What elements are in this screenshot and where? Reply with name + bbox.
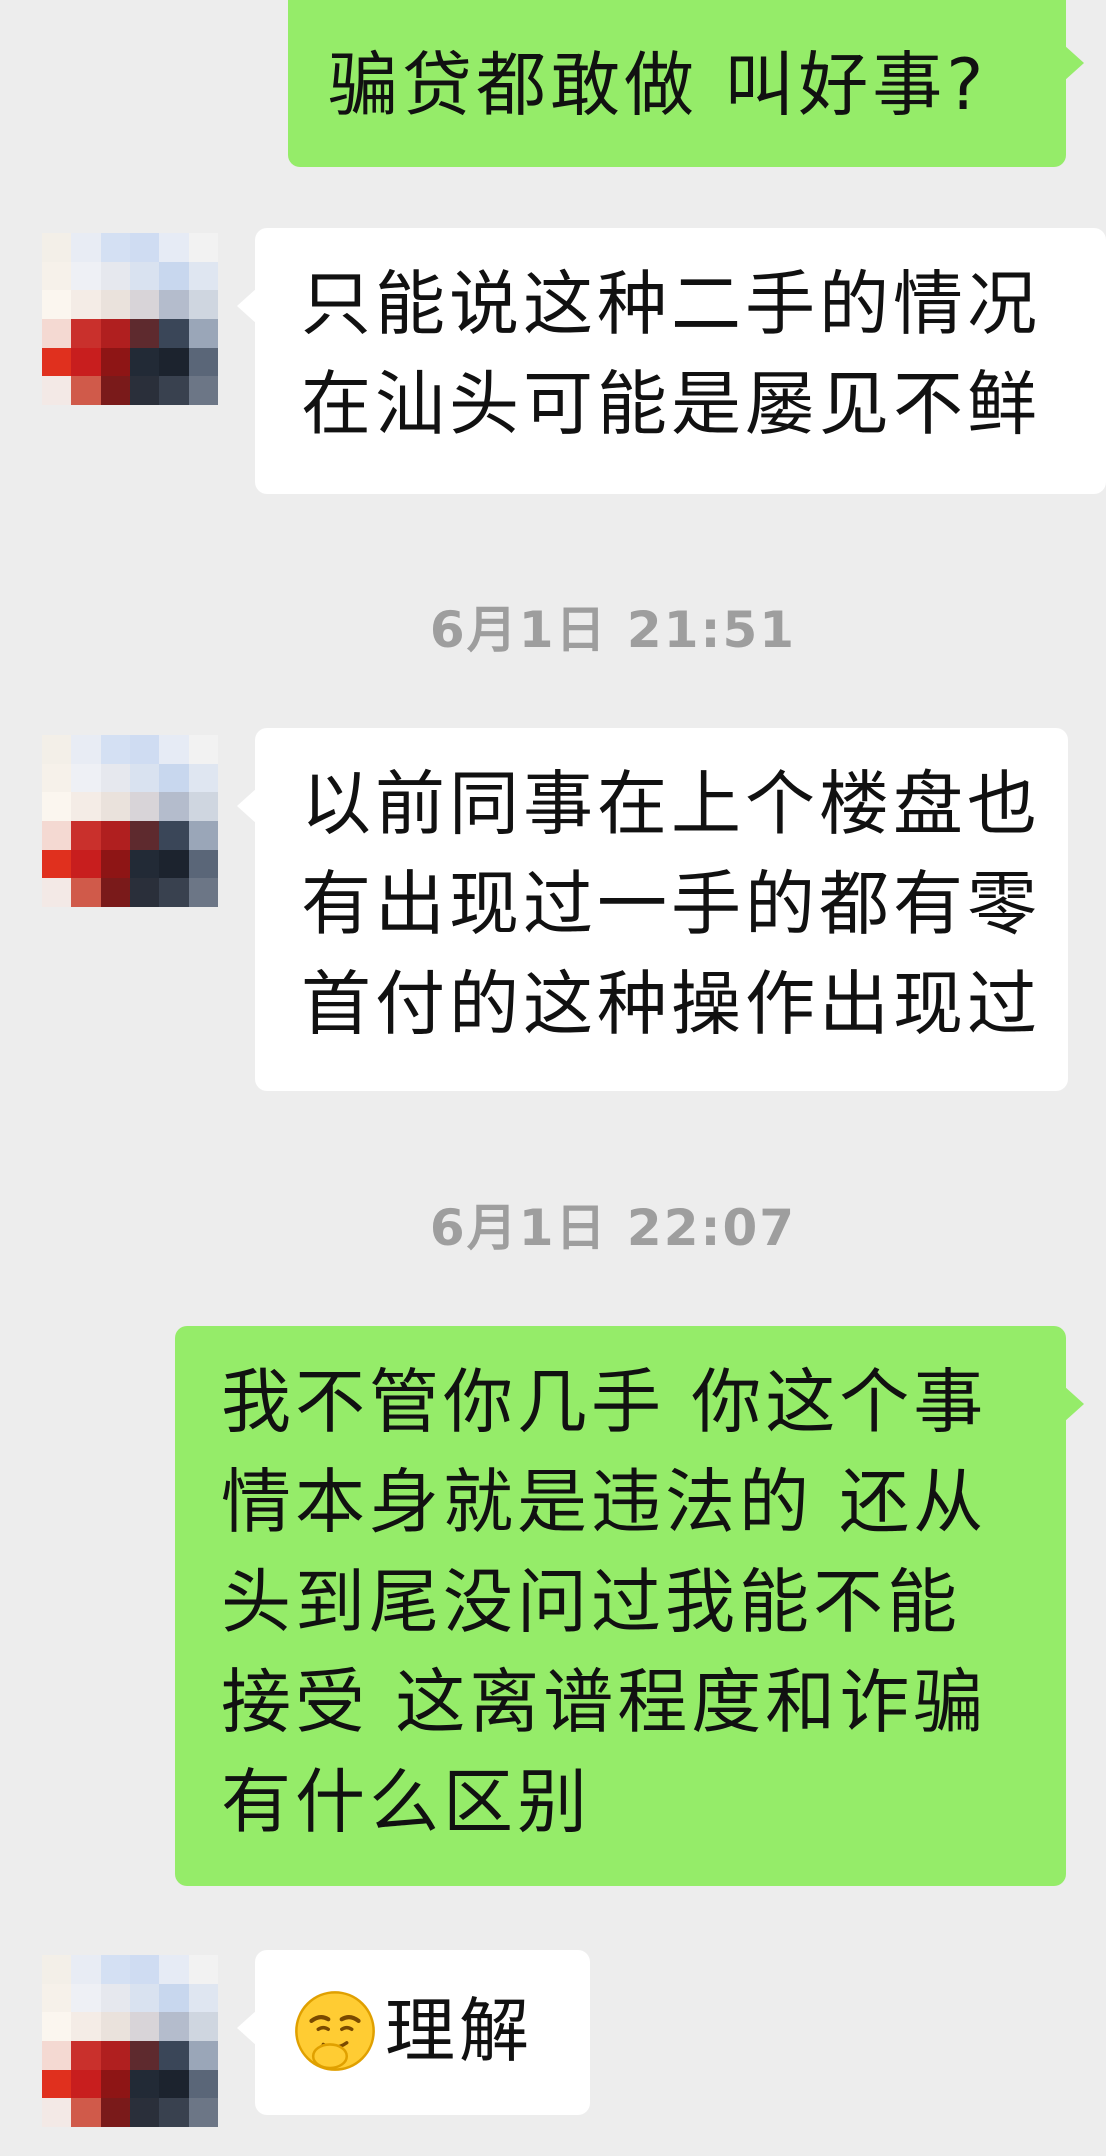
message-line: 理解 xyxy=(293,1976,590,2086)
message-line: 骗贷都敢做 叫好事? xyxy=(328,44,988,126)
contact-avatar[interactable] xyxy=(42,1955,218,2127)
received-message-bubble[interactable]: 理解 xyxy=(237,1950,590,2115)
sent-message-bubble[interactable]: 骗贷都敢做 叫好事? xyxy=(288,0,1084,167)
contact-avatar[interactable] xyxy=(42,233,218,405)
message-line: 在汕头可能是屡见不鲜 xyxy=(301,363,1041,445)
message-line: 以前同事在上个楼盘也 xyxy=(301,763,1041,845)
message-line: 接受 这离谱程度和诈骗 xyxy=(221,1661,988,1743)
message-line: 情本身就是违法的 还从 xyxy=(221,1461,988,1543)
received-message-bubble[interactable]: 只能说这种二手的情况 在汕头可能是屡见不鲜 xyxy=(237,228,1106,494)
sent-message-bubble[interactable]: 我不管你几手 你这个事 情本身就是违法的 还从 头到尾没问过我能不能 接受 这离… xyxy=(175,1326,1084,1886)
smirk-face-emoji-icon xyxy=(295,1991,375,2071)
chat-window: 骗贷都敢做 叫好事? 只能说这种二手的情况 在汕头可能是屡见不鲜 6月1日 21… xyxy=(0,0,1106,2156)
message-line: 首付的这种操作出现过 xyxy=(301,963,1041,1045)
message-line: 有什么区别 xyxy=(221,1761,591,1843)
message-line: 我不管你几手 你这个事 xyxy=(221,1361,988,1443)
message-text: 理解 xyxy=(385,1990,533,2072)
message-timestamp: 6月1日 21:51 xyxy=(429,601,797,659)
message-timestamp: 6月1日 22:07 xyxy=(429,1199,797,1257)
message-line: 只能说这种二手的情况 xyxy=(301,263,1041,345)
message-line: 有出现过一手的都有零 xyxy=(301,863,1041,945)
received-message-bubble[interactable]: 以前同事在上个楼盘也 有出现过一手的都有零 首付的这种操作出现过 xyxy=(237,728,1068,1091)
message-line: 头到尾没问过我能不能 xyxy=(221,1561,961,1643)
contact-avatar[interactable] xyxy=(42,735,218,907)
